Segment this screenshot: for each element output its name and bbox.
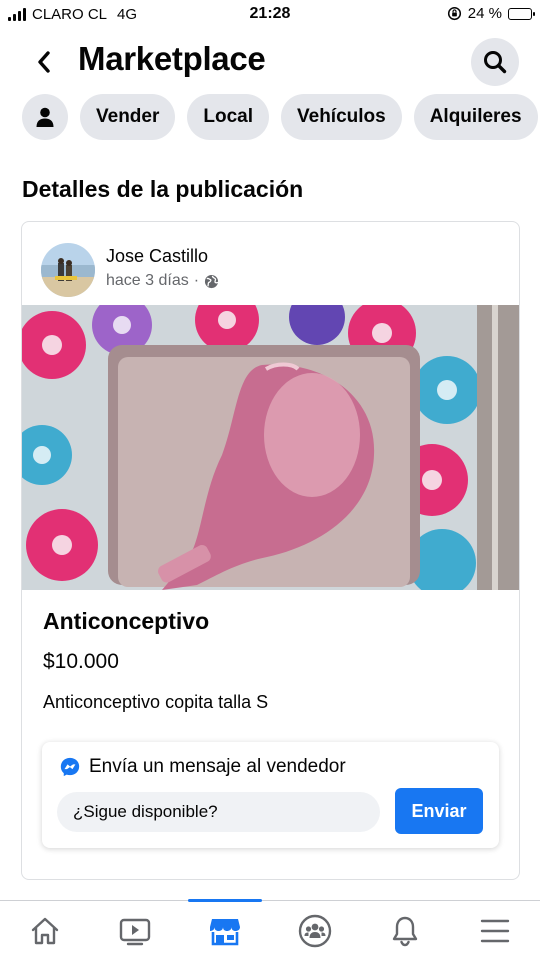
chip-local[interactable]: Local [187,94,269,140]
groups-icon [298,914,332,947]
chip-vender[interactable]: Vender [80,94,176,140]
chip-alquileres[interactable]: Alquileres [413,94,538,140]
search-button[interactable] [471,38,519,86]
profile-chip[interactable] [22,94,68,140]
bottom-nav [0,899,540,960]
chevron-left-icon [38,51,50,73]
search-icon [484,51,507,74]
status-right: 24 % [447,5,535,22]
battery-icon [508,7,535,20]
tab-video[interactable] [90,901,180,960]
menu-icon [480,919,510,942]
post-time: hace 3 días [106,272,189,289]
section-title: Detalles de la publicación [22,176,304,202]
meta-separator: · [193,272,200,289]
seller-avatar[interactable] [41,243,95,297]
tab-groups[interactable] [270,901,360,960]
battery-percent: 24 % [467,5,502,22]
message-seller-box: Envía un mensaje al vendedor Enviar [42,742,499,848]
post-meta: hace 3 días · [106,272,219,290]
seller-name[interactable]: Jose Castillo [106,246,208,267]
product-price: $10.000 [43,650,119,673]
product-title: Anticonceptivo [43,608,210,634]
orientation-lock-icon [447,6,461,21]
category-chips: Vender Local Vehículos Alquileres [22,94,538,140]
avatar-image [41,243,95,297]
message-header-text: Envía un mensaje al vendedor [89,756,346,777]
bell-icon [392,916,418,946]
tab-home[interactable] [0,901,90,960]
product-description: Anticonceptivo copita talla S [43,692,269,712]
product-photo[interactable] [22,305,520,590]
person-icon [36,107,54,127]
marketplace-icon [210,918,240,945]
send-button[interactable]: Enviar [395,788,483,834]
globe-icon [205,274,219,288]
message-input[interactable] [57,792,380,832]
tab-marketplace[interactable] [180,899,270,960]
back-button[interactable] [28,42,60,82]
tab-notifications[interactable] [360,901,450,960]
chip-vehiculos[interactable]: Vehículos [281,94,402,140]
messenger-icon [60,757,80,777]
app-header: Marketplace [0,36,540,88]
page-title: Marketplace [78,40,266,77]
status-bar: CLARO CL 4G 21:28 24 % [0,0,540,30]
home-icon [31,917,59,944]
tab-menu[interactable] [450,901,540,960]
message-header: Envía un mensaje al vendedor [59,756,346,778]
video-icon [119,918,151,945]
listing-card: Jose Castillo hace 3 días · Anticoncepti… [21,221,520,880]
